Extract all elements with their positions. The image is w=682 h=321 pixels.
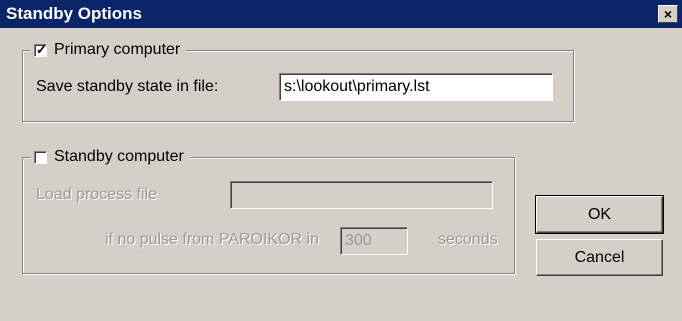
load-process-file-input[interactable]: [230, 181, 493, 209]
load-process-file-label: Load process file: [36, 186, 157, 203]
primary-computer-checkbox[interactable]: ✓: [34, 41, 47, 57]
dialog-title: Standby Options: [6, 4, 142, 23]
pulse-prefix-label: if no pulse from PAROIKOR in: [105, 231, 319, 248]
title-bar[interactable]: Standby Options ×: [0, 0, 682, 28]
close-icon[interactable]: ×: [658, 5, 678, 23]
primary-computer-legend[interactable]: ✓ Primary computer: [30, 39, 187, 61]
save-standby-label: Save standby state in file:: [36, 78, 219, 95]
standby-options-dialog: Standby Options × ✓ Primary computer Sav…: [0, 0, 682, 321]
ok-button[interactable]: OK: [535, 195, 664, 234]
checkmark-icon: ✓: [36, 41, 47, 57]
cancel-button[interactable]: Cancel: [536, 239, 663, 276]
pulse-seconds-input[interactable]: [340, 227, 408, 255]
save-standby-file-input[interactable]: [279, 73, 553, 101]
primary-computer-label: Primary computer: [54, 41, 181, 58]
pulse-suffix-label: seconds: [438, 231, 498, 248]
standby-computer-legend[interactable]: Standby computer: [30, 146, 190, 168]
standby-computer-group: [22, 157, 515, 274]
standby-computer-label: Standby computer: [54, 148, 184, 165]
standby-computer-checkbox[interactable]: [34, 150, 47, 164]
